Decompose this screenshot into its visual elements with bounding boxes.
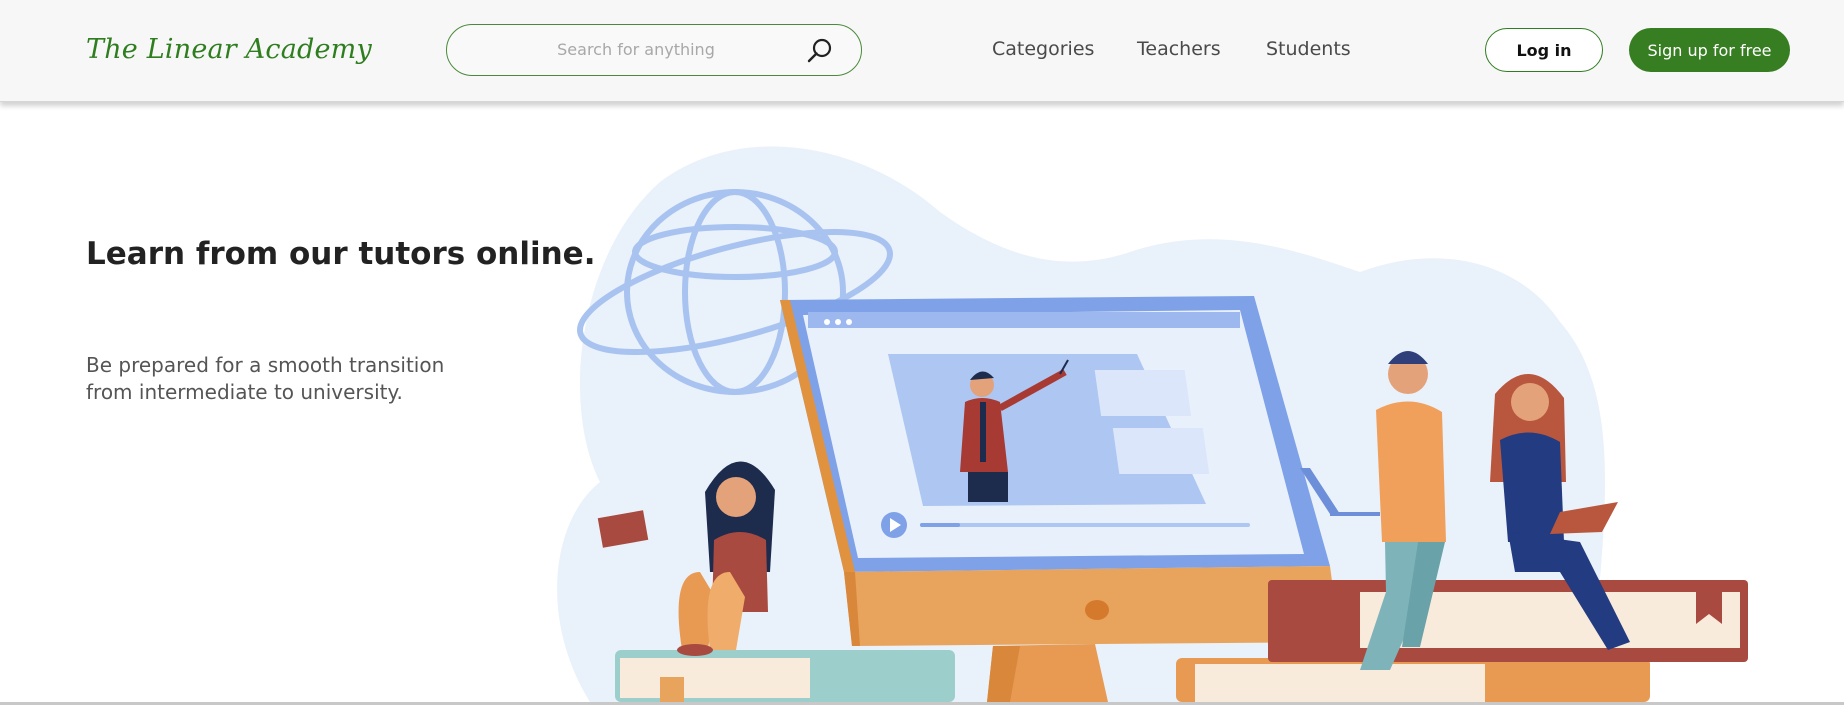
hero-subtitle-line-2: from intermediate to university.	[86, 380, 403, 404]
login-button[interactable]: Log in	[1485, 28, 1603, 72]
search-input[interactable]	[471, 25, 801, 74]
nav-link-students[interactable]: Students	[1266, 38, 1351, 60]
hero-title: Learn from our tutors online.	[86, 236, 596, 272]
page-bottom-divider	[0, 702, 1844, 724]
hero-subtitle-line-1: Be prepared for a smooth transition	[86, 353, 445, 377]
monitor-graphic	[780, 296, 1340, 702]
hero-subtitle: Be prepared for a smooth transition from…	[86, 352, 506, 406]
search-icon[interactable]	[805, 36, 835, 66]
search-bar[interactable]	[446, 24, 862, 76]
hero-illustration	[540, 102, 1844, 703]
top-navbar: The Linear Academy Categories Teachers S…	[0, 0, 1844, 102]
signup-button[interactable]: Sign up for free	[1629, 28, 1790, 72]
nav-link-categories[interactable]: Categories	[992, 38, 1094, 60]
nav-link-teachers[interactable]: Teachers	[1137, 38, 1221, 60]
site-logo[interactable]: The Linear Academy	[86, 34, 372, 65]
